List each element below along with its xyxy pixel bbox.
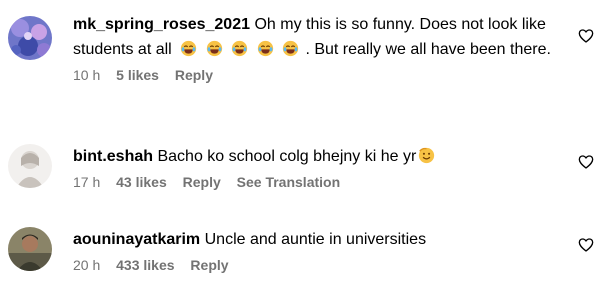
comment-text: mk_spring_roses_2021 Oh my this is so fu…	[73, 12, 563, 62]
comment-username[interactable]: mk_spring_roses_2021	[73, 16, 250, 33]
like-heart-icon[interactable]	[578, 237, 594, 253]
reply-button[interactable]: Reply	[190, 257, 228, 273]
comment-content: Bacho ko school colg bhejny ki he yr	[157, 148, 417, 165]
comment-body: bint.eshah Bacho ko school colg bhejny k…	[73, 144, 563, 191]
reply-button[interactable]: Reply	[175, 67, 213, 83]
comment-time[interactable]: 10 h	[73, 67, 100, 83]
comment-username[interactable]: bint.eshah	[73, 148, 153, 165]
smiling-face-emoji-icon	[419, 147, 435, 164]
comment-text: aouninayatkarim Uncle and auntie in univ…	[73, 227, 563, 252]
comment-body: aouninayatkarim Uncle and auntie in univ…	[73, 227, 563, 274]
see-translation-button[interactable]: See Translation	[237, 174, 340, 190]
laughing-face-emoji-icon	[282, 40, 299, 57]
avatar[interactable]	[8, 144, 52, 188]
comment-body: mk_spring_roses_2021 Oh my this is so fu…	[73, 12, 563, 84]
like-heart-icon[interactable]	[578, 154, 594, 170]
laughing-face-emoji-icon	[257, 40, 273, 57]
laughing-face-emoji-icon	[181, 40, 197, 57]
laughing-face-emoji-icon	[206, 40, 222, 57]
comment-meta: 10 h 5 likes Reply	[73, 66, 563, 84]
emoji-group	[178, 40, 305, 58]
reply-button[interactable]: Reply	[183, 174, 221, 190]
comment-time[interactable]: 17 h	[73, 174, 100, 190]
comment-meta: 17 h 43 likes Reply See Translation	[73, 173, 563, 191]
comment-username[interactable]: aouninayatkarim	[73, 231, 200, 248]
avatar[interactable]	[8, 16, 52, 60]
comment-likes[interactable]: 5 likes	[116, 67, 159, 83]
comment-likes[interactable]: 433 likes	[116, 257, 174, 273]
comment-content: Uncle and auntie in universities	[204, 231, 427, 248]
comment-text: bint.eshah Bacho ko school colg bhejny k…	[73, 144, 563, 169]
avatar[interactable]	[8, 227, 52, 271]
comment-likes[interactable]: 43 likes	[116, 174, 167, 190]
laughing-face-emoji-icon	[231, 40, 248, 57]
comment-meta: 20 h 433 likes Reply	[73, 256, 563, 274]
comment-content-tail: . But really we all have been there.	[305, 41, 551, 58]
comment-time[interactable]: 20 h	[73, 257, 100, 273]
like-heart-icon[interactable]	[578, 28, 594, 44]
